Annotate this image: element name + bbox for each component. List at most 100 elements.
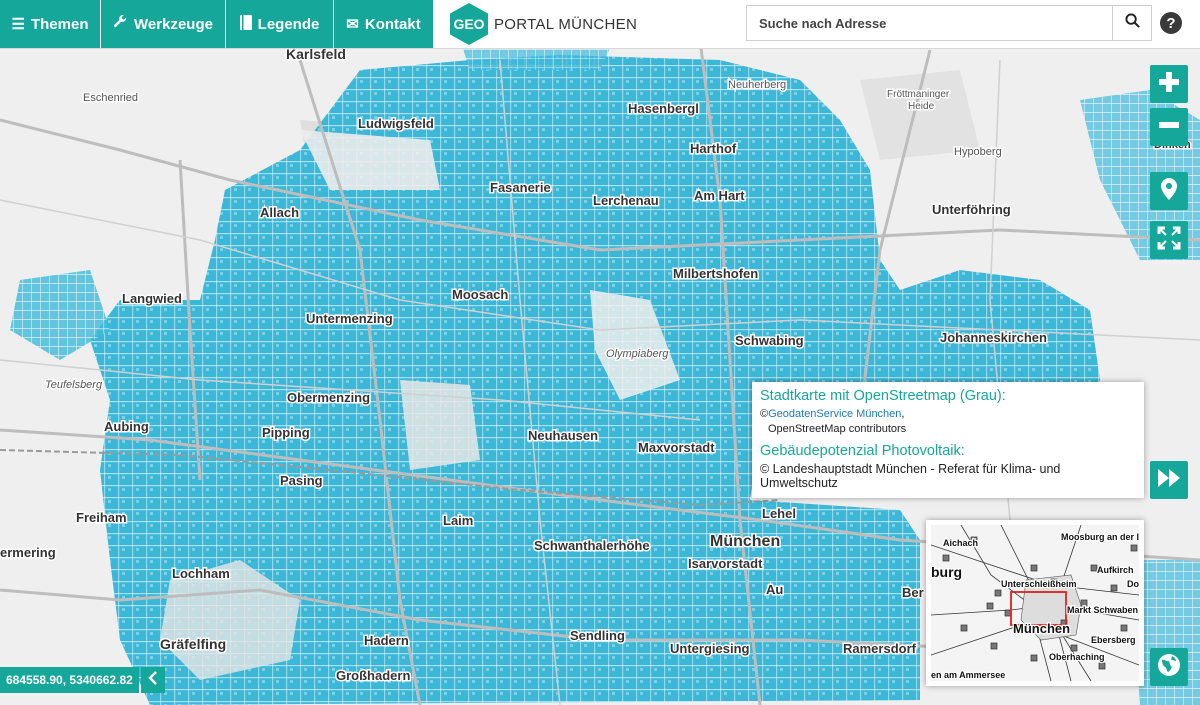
osm-contributors: OpenStreetMap contributors: [768, 423, 907, 435]
overview-label: Markt Schwaben: [1067, 605, 1138, 615]
location-pin-icon: [1161, 177, 1177, 205]
map-label: Am Hart: [694, 188, 745, 203]
attribution-heading: Gebäudepotenzial Photovoltaik:: [760, 443, 965, 459]
overview-label: München: [1013, 621, 1070, 636]
map-label: Harthof: [690, 141, 737, 156]
map-label: Hasenbergl: [628, 101, 699, 116]
nav-themen-button[interactable]: ☰ Themen: [0, 0, 101, 48]
search-button[interactable]: [1112, 5, 1152, 41]
map-label: Neuherberg: [728, 79, 786, 91]
map-label: Lerchenau: [593, 193, 659, 208]
envelope-icon: ✉: [346, 15, 359, 33]
map-label: Fasanerie: [490, 180, 551, 195]
overview-label: Moosburg an der I: [1061, 532, 1139, 542]
map-label: Johanneskirchen: [940, 330, 1047, 345]
overview-label: Ebersberg: [1091, 635, 1136, 645]
search-input[interactable]: [746, 5, 1112, 41]
overview-label: burg: [931, 564, 962, 580]
nav-werkzeuge-label: Werkzeuge: [134, 15, 213, 33]
book-icon: [239, 15, 252, 33]
map-label: Isarvorstadt: [688, 556, 763, 571]
map-label: Langwied: [122, 291, 182, 306]
map-label: Laim: [443, 513, 473, 528]
chevron-left-icon: [148, 670, 158, 690]
fullscreen-icon: [1157, 226, 1181, 255]
map-label: Milbertshofen: [673, 266, 758, 281]
map-label: Teufelsberg: [45, 379, 103, 391]
nav-legende-button[interactable]: Legende: [226, 0, 334, 48]
map-label: Großhadern: [336, 668, 410, 683]
map-label: Sendling: [570, 628, 625, 643]
map-label: Heide: [908, 101, 935, 112]
overview-label: Oberhaching: [1049, 652, 1105, 662]
coordinate-value: 684558.90, 5340662.82: [0, 667, 139, 693]
overview-map-canvas[interactable]: Aichach Moosburg an der I burg Unterschl…: [931, 525, 1139, 681]
map-label: Aubing: [104, 419, 149, 434]
fast-forward-icon: [1157, 468, 1181, 493]
forward-button[interactable]: [1150, 461, 1188, 499]
locate-button[interactable]: [1150, 172, 1188, 210]
zoom-in-button[interactable]: [1150, 65, 1188, 103]
map-label: Schwanthalerhöhe: [534, 538, 650, 553]
map-label: Untermenzing: [306, 311, 393, 326]
list-icon: ☰: [11, 15, 25, 33]
basemap-button[interactable]: [1150, 648, 1188, 686]
map-label: Gräfelfing: [160, 636, 226, 652]
overview-label: Unterschleißheim: [1001, 579, 1077, 589]
minus-icon: [1158, 114, 1180, 141]
top-bar: ☰ Themen Werkzeuge Legende ✉ Kontakt GEO…: [0, 0, 1200, 49]
nav-themen-label: Themen: [30, 15, 89, 33]
map-label: Au: [766, 582, 783, 597]
overview-label: Do: [1127, 579, 1139, 589]
map-label: Moosach: [452, 287, 508, 302]
globe-icon: [1157, 653, 1181, 682]
logo-badge: GEO: [450, 3, 488, 45]
map-label: Ludwigsfeld: [358, 116, 434, 131]
search-icon: [1124, 13, 1140, 33]
plus-icon: [1158, 71, 1180, 98]
geodatenservice-link[interactable]: GeodatenService München: [768, 408, 901, 420]
map-label: München: [710, 533, 780, 550]
overview-label: en am Ammersee: [931, 670, 1005, 680]
help-button[interactable]: ?: [1160, 12, 1182, 34]
map-label: Schwabing: [735, 333, 804, 348]
attribution-pv-source: © Landeshauptstadt München - Referat für…: [760, 462, 1061, 490]
attribution-osm-text: ©GeodatenService München, OpenStreetMap …: [760, 407, 1136, 437]
map-label: Ber: [902, 585, 924, 600]
attribution-separator: ,: [901, 408, 905, 420]
help-icon: ?: [1166, 14, 1176, 32]
fullscreen-button[interactable]: [1150, 221, 1188, 259]
map-label: Neuhausen: [528, 428, 598, 443]
map-label: Lochham: [172, 566, 230, 581]
copyright-sign: ©: [760, 408, 769, 420]
nav-kontakt-label: Kontakt: [364, 15, 421, 33]
site-logo[interactable]: GEO PORTAL MÜNCHEN: [450, 3, 637, 45]
map-label: Untergiesing: [670, 641, 750, 656]
map-label: Pipping: [262, 425, 310, 440]
overview-label: Aufkirch: [1097, 565, 1134, 575]
map-label: Allach: [260, 205, 299, 220]
map-label: Hadern: [364, 633, 409, 648]
coordinate-display: 684558.90, 5340662.82: [0, 667, 165, 693]
overview-map[interactable]: Aichach Moosburg an der I burg Unterschl…: [926, 520, 1144, 686]
attribution-heading: Stadtkarte mit OpenStreetmap (Grau):: [760, 388, 1006, 404]
wrench-icon: [113, 14, 128, 33]
map-label: Maxvorstadt: [638, 440, 715, 455]
map-label: Hypoberg: [954, 146, 1002, 158]
nav-legende-label: Legende: [257, 15, 320, 33]
map-label: ermering: [0, 545, 56, 560]
coordinate-toggle-button[interactable]: [140, 667, 165, 693]
map-label: Freiham: [76, 510, 127, 525]
map-label: Unterföhring: [932, 202, 1011, 217]
nav-kontakt-button[interactable]: ✉ Kontakt: [334, 0, 434, 48]
map-label: Fröttmaninger: [887, 89, 950, 100]
map-label: Obermenzing: [287, 390, 370, 405]
map-label: Olympiaberg: [606, 348, 669, 360]
map-label: Eschenried: [83, 92, 138, 104]
zoom-out-button[interactable]: [1150, 108, 1188, 146]
nav-werkzeuge-button[interactable]: Werkzeuge: [101, 0, 226, 48]
map-label: Lehel: [762, 506, 796, 521]
overview-label: Aichach: [943, 538, 978, 548]
logo-text: PORTAL MÜNCHEN: [494, 15, 638, 33]
map-label: Pasing: [280, 473, 323, 488]
